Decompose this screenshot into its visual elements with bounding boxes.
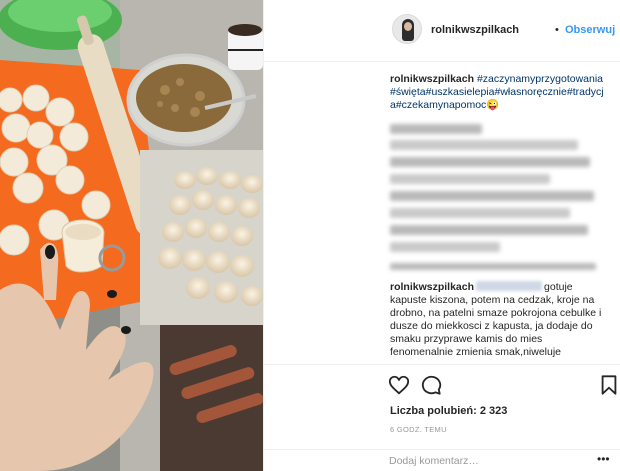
redacted-text-line xyxy=(390,225,588,235)
comment: rolnikwszpilkach gotuje kapuste kiszona, … xyxy=(390,281,608,359)
redacted-text-line xyxy=(390,208,570,218)
instagram-post: rolnikwszpilkach • Obserwuj rolnikwszpil… xyxy=(0,0,620,471)
dumplings-photo-illustration xyxy=(0,0,263,471)
post-timestamp[interactable]: 6 GODZ. TEMU xyxy=(390,425,447,434)
bookmark-icon[interactable] xyxy=(598,374,620,396)
post-sidebar: rolnikwszpilkach • Obserwuj rolnikwszpil… xyxy=(263,0,620,471)
header-username[interactable]: rolnikwszpilkach xyxy=(431,24,519,36)
header-separator: • xyxy=(555,24,559,36)
redacted-mention xyxy=(476,281,543,291)
comment-bubble-icon[interactable] xyxy=(420,374,442,396)
avatar[interactable] xyxy=(392,14,422,44)
redacted-text-line xyxy=(390,191,594,201)
redacted-text-line xyxy=(390,124,482,134)
comments-area[interactable]: rolnikwszpilkach #zaczynamyprzygotowania… xyxy=(264,62,620,364)
actions-bar: Liczba polubień: 2 323 6 GODZ. TEMU xyxy=(264,364,620,449)
redacted-text-line xyxy=(390,263,596,270)
more-options-button[interactable]: ••• xyxy=(597,452,610,466)
likes-count[interactable]: Liczba polubień: 2 323 xyxy=(390,405,507,417)
redacted-text-line xyxy=(390,242,500,252)
follow-button[interactable]: Obserwuj xyxy=(565,24,615,36)
add-comment-input[interactable] xyxy=(389,453,589,469)
caption-username[interactable]: rolnikwszpilkach xyxy=(390,73,474,85)
post-header: rolnikwszpilkach • Obserwuj xyxy=(264,0,620,62)
post-photo[interactable] xyxy=(0,0,263,471)
caption: rolnikwszpilkach #zaczynamyprzygotowania… xyxy=(390,73,608,112)
comment-username[interactable]: rolnikwszpilkach xyxy=(390,281,474,293)
redacted-text-line xyxy=(390,157,590,167)
redacted-text-line xyxy=(390,174,550,184)
add-comment-bar: ••• xyxy=(264,449,620,471)
heart-outline-icon[interactable] xyxy=(388,374,410,396)
redacted-text-line xyxy=(390,140,578,150)
avatar-face xyxy=(404,22,412,31)
